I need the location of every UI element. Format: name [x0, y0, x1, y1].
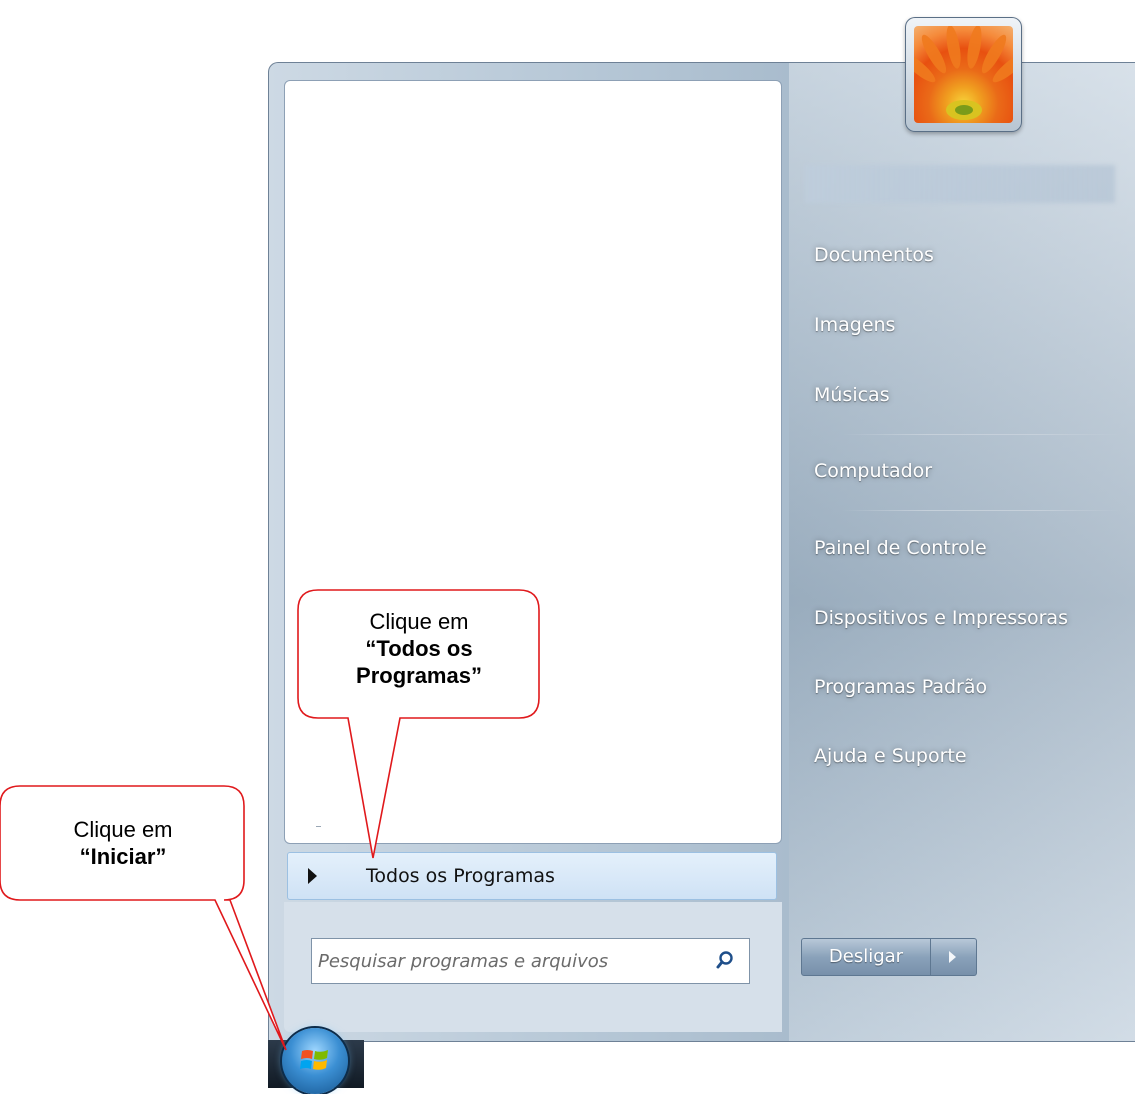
menu-item-painel-de-controle[interactable]: Painel de Controle	[814, 537, 987, 559]
search-box[interactable]	[311, 938, 750, 984]
menu-item-documentos[interactable]: Documentos	[814, 244, 934, 266]
flower-photo	[914, 26, 1013, 123]
program-list	[284, 80, 782, 844]
callout-iniciar-text: Clique em “Iniciar”	[10, 816, 236, 870]
menu-item-dispositivos[interactable]: Dispositivos e Impressoras	[814, 607, 1068, 629]
menu-item-programas-padrao[interactable]: Programas Padrão	[814, 676, 987, 698]
callout-todos-line1: Clique em	[369, 609, 469, 634]
menu-item-musicas[interactable]: Músicas	[814, 384, 890, 406]
user-picture[interactable]	[905, 17, 1022, 132]
callout-todos-text: Clique em “Todos os Programas”	[310, 608, 528, 689]
menu-separator	[842, 434, 1122, 435]
callout-todos-line3: Programas”	[356, 663, 482, 688]
callout-todos-line2: “Todos os	[365, 636, 473, 661]
all-programs-button[interactable]: Todos os Programas	[287, 852, 777, 900]
menu-item-computador[interactable]: Computador	[814, 460, 932, 482]
menu-item-imagens[interactable]: Imagens	[814, 314, 895, 336]
shutdown-options-button[interactable]	[931, 938, 977, 976]
list-separator	[316, 826, 321, 827]
menu-item-ajuda[interactable]: Ajuda e Suporte	[814, 745, 967, 767]
callout-iniciar-line1: Clique em	[73, 817, 173, 842]
chevron-right-icon	[949, 951, 956, 963]
all-programs-label: Todos os Programas	[366, 865, 555, 887]
start-button[interactable]	[268, 1028, 364, 1094]
menu-separator	[842, 510, 1122, 511]
callout-iniciar-line2: “Iniciar”	[79, 844, 167, 869]
search-input[interactable]	[318, 945, 698, 977]
chevron-right-icon	[308, 868, 317, 884]
search-icon[interactable]	[715, 950, 735, 970]
shutdown-button[interactable]: Desligar	[801, 938, 931, 976]
user-name-blurred	[805, 165, 1115, 203]
windows-logo-icon	[300, 1050, 328, 1070]
